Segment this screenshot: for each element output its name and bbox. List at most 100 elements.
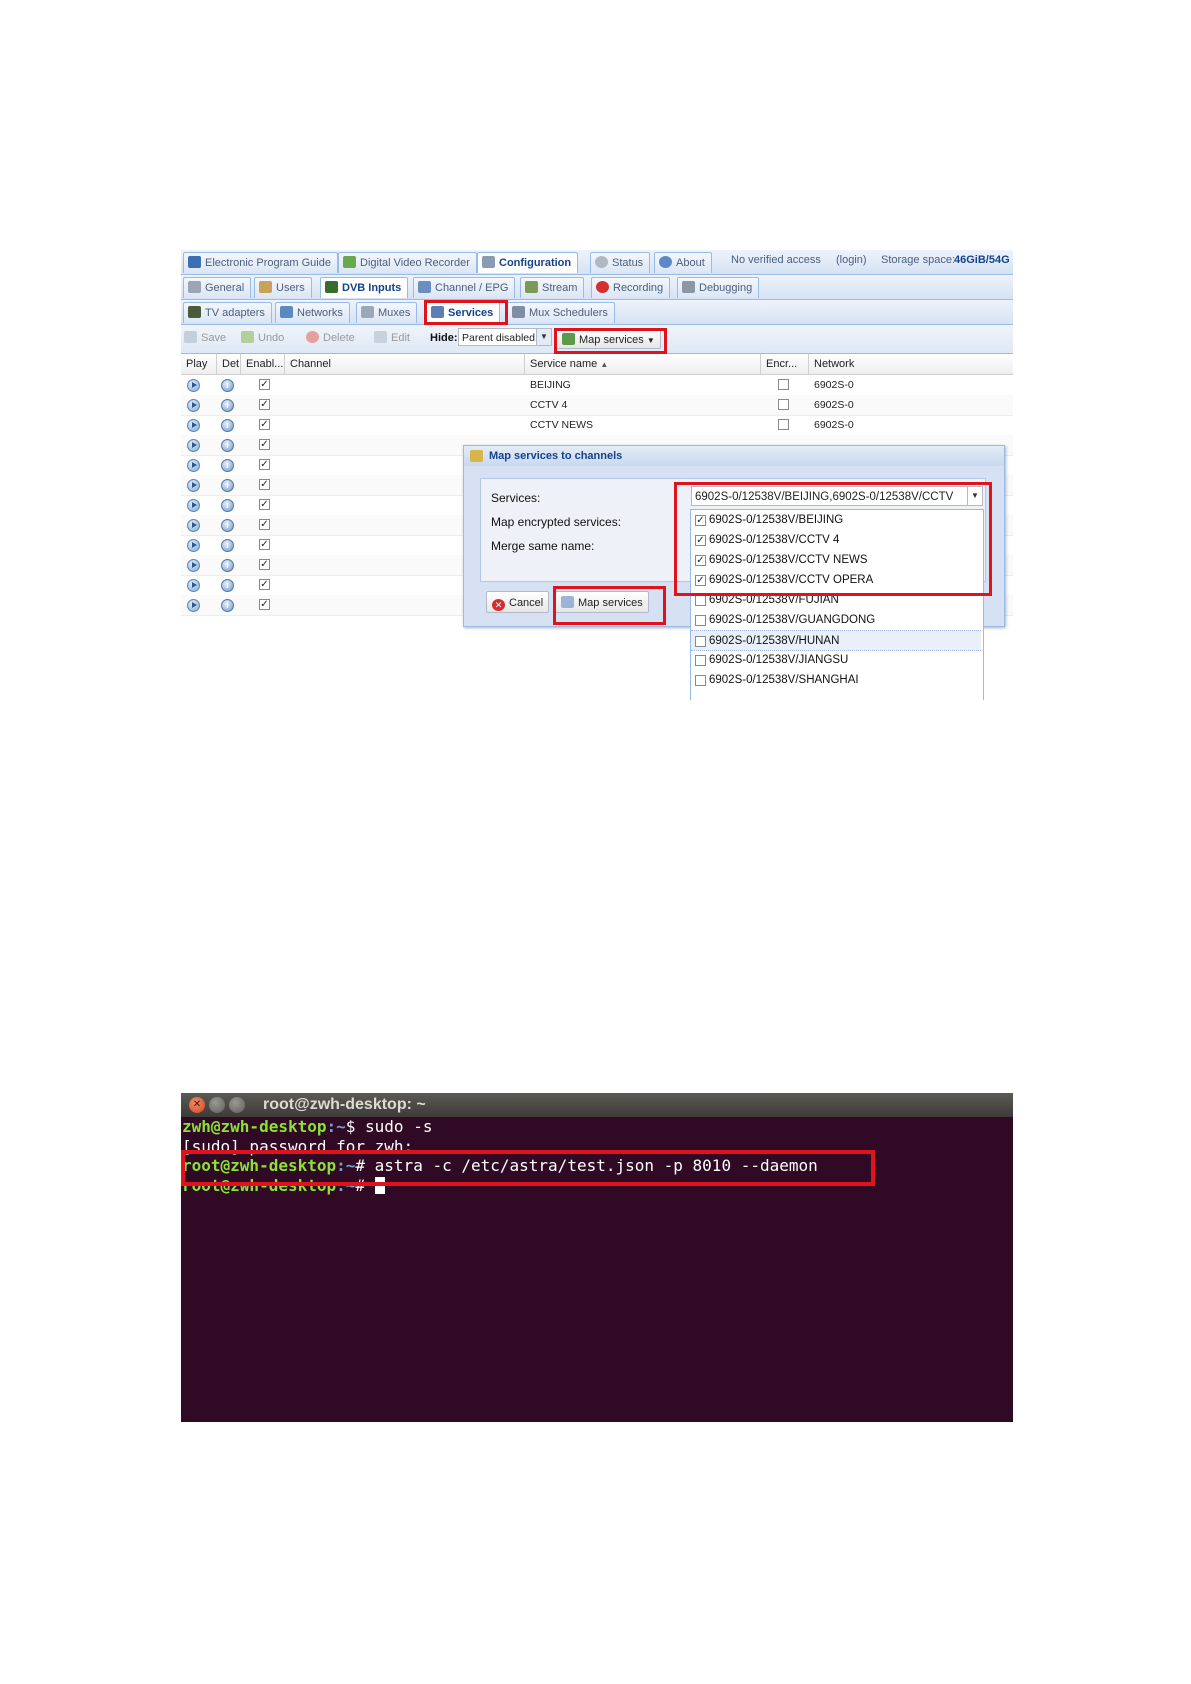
enabled-checkbox[interactable]: ✓ xyxy=(259,519,270,530)
tab-epg[interactable]: Electronic Program Guide xyxy=(183,252,338,273)
delete-button[interactable]: Delete xyxy=(306,329,355,347)
details-icon[interactable]: i xyxy=(221,379,234,392)
option-checkbox[interactable] xyxy=(695,615,706,626)
play-icon[interactable] xyxy=(187,379,200,392)
tab-channel-epg[interactable]: Channel / EPG xyxy=(413,277,516,298)
map-services-button[interactable]: Map services xyxy=(555,591,649,613)
list-item[interactable]: 6902S-0/12538V/FUJIAN xyxy=(691,590,981,611)
col-play[interactable]: Play xyxy=(181,354,217,374)
table-row[interactable]: i ✓ CCTV 4 6902S-0 xyxy=(181,395,1013,416)
col-encrypted[interactable]: Encr... xyxy=(761,354,809,374)
play-icon[interactable] xyxy=(187,559,200,572)
map-services-toolbar-button[interactable]: Map services ▼ xyxy=(556,329,661,349)
list-item[interactable]: ✓ 6902S-0/12538V/BEIJING xyxy=(691,510,981,531)
col-service-name[interactable]: Service name ▲ xyxy=(525,354,761,374)
enabled-checkbox[interactable]: ✓ xyxy=(259,459,270,470)
encrypted-checkbox[interactable] xyxy=(778,399,789,410)
enabled-checkbox[interactable]: ✓ xyxy=(259,499,270,510)
play-icon[interactable] xyxy=(187,519,200,532)
enabled-checkbox[interactable]: ✓ xyxy=(259,559,270,570)
tab-configuration[interactable]: Configuration xyxy=(477,252,579,273)
tab-tv-adapters[interactable]: TV adapters xyxy=(183,302,272,323)
col-network[interactable]: Network xyxy=(809,354,1013,374)
stream-icon xyxy=(525,281,538,293)
table-row[interactable]: i ✓ BEIJING 6902S-0 xyxy=(181,375,1013,396)
services-multiselect[interactable]: 6902S-0/12538V/BEIJING,6902S-0/12538V/CC… xyxy=(691,486,983,506)
tab-recording[interactable]: Recording xyxy=(591,277,671,298)
play-icon[interactable] xyxy=(187,579,200,592)
col-enabled[interactable]: Enabl... xyxy=(241,354,285,374)
tab-muxes[interactable]: Muxes xyxy=(356,302,418,323)
details-icon[interactable]: i xyxy=(221,479,234,492)
services-toolbar: Save Undo Delete Edit Hide: Parent disab… xyxy=(181,325,1013,354)
encrypted-checkbox[interactable] xyxy=(778,419,789,430)
tab-dvr[interactable]: Digital Video Recorder xyxy=(338,252,477,273)
option-checkbox[interactable]: ✓ xyxy=(695,515,706,526)
option-checkbox[interactable] xyxy=(695,636,706,647)
list-item[interactable]: 6902S-0/12538V/SHANGHAI xyxy=(691,670,981,691)
tab-debugging[interactable]: Debugging xyxy=(677,277,760,298)
play-icon[interactable] xyxy=(187,499,200,512)
chevron-down-icon[interactable]: ▼ xyxy=(967,487,982,505)
play-icon[interactable] xyxy=(187,459,200,472)
tab-mux-schedulers[interactable]: Mux Schedulers xyxy=(507,302,615,323)
option-checkbox[interactable]: ✓ xyxy=(695,555,706,566)
tab-networks[interactable]: Networks xyxy=(275,302,350,323)
play-icon[interactable] xyxy=(187,599,200,612)
undo-button[interactable]: Undo xyxy=(241,329,284,347)
tab-services[interactable]: Services xyxy=(426,302,501,323)
enabled-checkbox[interactable]: ✓ xyxy=(259,379,270,390)
option-checkbox[interactable] xyxy=(695,655,706,666)
play-icon[interactable] xyxy=(187,419,200,432)
encrypted-checkbox[interactable] xyxy=(778,379,789,390)
enabled-checkbox[interactable]: ✓ xyxy=(259,599,270,610)
details-icon[interactable]: i xyxy=(221,459,234,472)
tab-status[interactable]: Status xyxy=(590,252,651,273)
col-channel[interactable]: Channel xyxy=(285,354,525,374)
tab-about[interactable]: About xyxy=(654,252,712,273)
play-icon[interactable] xyxy=(187,479,200,492)
list-item[interactable]: ✓ 6902S-0/12538V/CCTV NEWS xyxy=(691,550,981,571)
option-checkbox[interactable] xyxy=(695,675,706,686)
enabled-checkbox[interactable]: ✓ xyxy=(259,419,270,430)
enabled-checkbox[interactable]: ✓ xyxy=(259,399,270,410)
hide-select[interactable]: Parent disabled ▼ xyxy=(458,328,552,346)
col-det[interactable]: Det xyxy=(217,354,241,374)
tab-dvb-inputs[interactable]: DVB Inputs xyxy=(320,277,409,298)
list-item[interactable]: ✓ 6902S-0/12538V/CCTV 4 xyxy=(691,530,981,551)
enabled-checkbox[interactable]: ✓ xyxy=(259,539,270,550)
details-icon[interactable]: i xyxy=(221,599,234,612)
play-icon[interactable] xyxy=(187,439,200,452)
minimize-icon[interactable] xyxy=(209,1097,225,1113)
play-icon[interactable] xyxy=(187,399,200,412)
list-item[interactable]: 6902S-0/12538V/GUANGDONG xyxy=(691,610,981,631)
cancel-button[interactable]: ✕ Cancel xyxy=(486,591,550,613)
list-item[interactable]: ✓ 6902S-0/12538V/CCTV OPERA xyxy=(691,570,981,591)
details-icon[interactable]: i xyxy=(221,559,234,572)
table-row[interactable]: i ✓ CCTV NEWS 6902S-0 xyxy=(181,415,1013,436)
play-icon[interactable] xyxy=(187,539,200,552)
close-icon[interactable]: ✕ xyxy=(189,1097,205,1113)
details-icon[interactable]: i xyxy=(221,579,234,592)
login-link[interactable]: (login) xyxy=(836,254,867,266)
list-item[interactable]: 6902S-0/12538V/JIANGSU xyxy=(691,650,981,671)
maximize-icon[interactable] xyxy=(229,1097,245,1113)
enabled-checkbox[interactable]: ✓ xyxy=(259,439,270,450)
tab-general[interactable]: General xyxy=(183,277,252,298)
details-icon[interactable]: i xyxy=(221,499,234,512)
option-checkbox[interactable]: ✓ xyxy=(695,575,706,586)
details-icon[interactable]: i xyxy=(221,399,234,412)
option-checkbox[interactable]: ✓ xyxy=(695,535,706,546)
details-icon[interactable]: i xyxy=(221,439,234,452)
details-icon[interactable]: i xyxy=(221,539,234,552)
details-icon[interactable]: i xyxy=(221,419,234,432)
save-button[interactable]: Save xyxy=(184,329,226,347)
option-checkbox[interactable] xyxy=(695,595,706,606)
list-item[interactable]: 6902S-0/12538V/HUNAN xyxy=(691,630,981,651)
details-icon[interactable]: i xyxy=(221,519,234,532)
tab-users[interactable]: Users xyxy=(254,277,312,298)
edit-button[interactable]: Edit xyxy=(374,329,410,347)
enabled-checkbox[interactable]: ✓ xyxy=(259,479,270,490)
enabled-checkbox[interactable]: ✓ xyxy=(259,579,270,590)
tab-stream[interactable]: Stream xyxy=(520,277,585,298)
